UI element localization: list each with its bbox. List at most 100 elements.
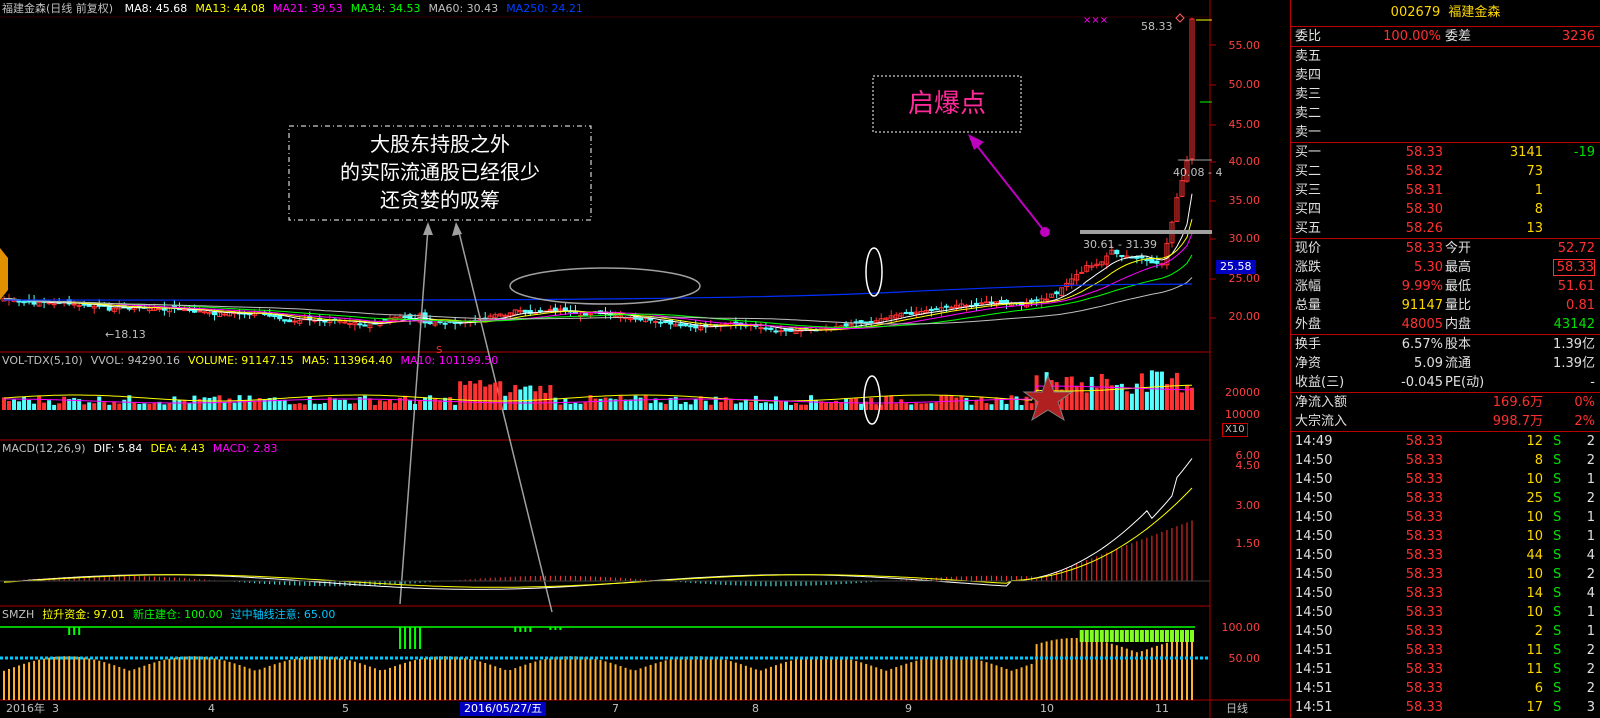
tick-row[interactable]: 14:50 58.33 10 S 1 (1291, 527, 1600, 546)
volume-bar (418, 400, 423, 410)
candle-body (16, 300, 22, 303)
stat-value: 48005 (1401, 317, 1443, 332)
tick-row[interactable]: 14:50 58.33 14 S 4 (1291, 584, 1600, 603)
tick-row[interactable]: 14:50 58.33 44 S 4 (1291, 546, 1600, 565)
tick-row[interactable]: 14:50 58.33 10 S 1 (1291, 603, 1600, 622)
candle-body (587, 313, 593, 316)
volume-bar (984, 403, 989, 410)
annotation-burst-point: 启爆点 (907, 89, 986, 119)
sell-level-label: 卖五 (1295, 49, 1322, 64)
date-axis-label: 9 (905, 702, 912, 715)
tick-count: 2 (1586, 491, 1595, 506)
tick-count: 2 (1586, 681, 1595, 696)
tick-row[interactable]: 14:51 58.33 11 S 2 (1291, 641, 1600, 660)
macd-header: MACD(12,26,9) DIF: 5.84 DEA: 4.43 MACD: 2.8… (2, 442, 286, 456)
tick-time: 14:51 (1295, 700, 1333, 715)
volume-bar (142, 403, 147, 410)
side-handle (0, 248, 8, 300)
note-line-2: 的实际流通股已经很少 (340, 160, 540, 184)
candle-body (988, 301, 994, 304)
volume-bar (1184, 385, 1189, 410)
tick-count: 1 (1586, 510, 1595, 525)
volume-bar (372, 404, 377, 410)
tick-count: 1 (1586, 605, 1595, 620)
volume-bar (1104, 378, 1109, 410)
volume-bar (578, 403, 583, 410)
volume-bar (708, 404, 713, 410)
tick-price: 58.33 (1405, 643, 1443, 658)
tick-row[interactable]: 14:50 58.33 2 S 1 (1291, 622, 1600, 641)
macd-axis-label: 1.50 (1235, 537, 1261, 550)
tick-row[interactable]: 14:51 58.33 11 S 2 (1291, 660, 1600, 679)
tick-row[interactable]: 14:51 58.33 17 S 3 (1291, 698, 1600, 717)
volume-bar (377, 400, 382, 410)
candle-body (21, 301, 27, 304)
smzh-fund-bar (1099, 630, 1104, 642)
tick-count: 3 (1586, 700, 1595, 715)
candlesticks (1, 17, 1195, 338)
volume-bar (583, 402, 588, 410)
price-axis-label: 45.00 (1228, 118, 1261, 131)
candle-body (948, 306, 954, 309)
volume-bar (513, 384, 518, 410)
tick-list[interactable]: 14:49 58.33 12 S 2 14:50 58.33 8 S 2 14:50 58.33 10 S… (1291, 432, 1600, 717)
tick-volume: 10 (1526, 472, 1543, 487)
tick-row[interactable]: 14:50 58.33 25 S 2 (1291, 489, 1600, 508)
candle-body (442, 322, 448, 325)
tick-price: 58.33 (1405, 453, 1443, 468)
volume-bar (132, 402, 137, 410)
tick-row[interactable]: 14:50 58.33 10 S 2 (1291, 565, 1600, 584)
volume-axis-label: 20000 (1225, 386, 1260, 399)
candle-body (768, 327, 774, 330)
volume-bar (202, 397, 207, 410)
candle-body (1054, 291, 1060, 295)
tick-row[interactable]: 14:50 58.33 10 S 1 (1291, 508, 1600, 527)
volume-bar (27, 399, 32, 410)
volume-bar (1004, 403, 1009, 410)
tick-volume: 2 (1534, 624, 1543, 639)
tick-side: S (1553, 472, 1562, 487)
candle-body (868, 321, 874, 324)
volume-bar (413, 403, 418, 410)
volume-bar (518, 389, 523, 410)
volume-bar (122, 399, 127, 410)
fund-flow-value: 169.6万 (1492, 395, 1543, 410)
volume-bar (643, 395, 648, 410)
volume-bar (408, 400, 413, 410)
candle-body (202, 311, 208, 314)
smzh-header: SMZH 拉升资金: 97.01 新庄建仓: 100.00 过中轴线注意: 65.00 (2, 608, 343, 622)
volume-bar (493, 382, 498, 410)
tick-row[interactable]: 14:51 58.33 6 S 2 (1291, 679, 1600, 698)
candle-body (212, 311, 218, 316)
sell-level-label: 卖二 (1295, 106, 1322, 121)
candle-body (963, 304, 969, 307)
volume-bar (438, 400, 443, 410)
smzh-fund-bar (1079, 630, 1084, 642)
candle-body (322, 320, 328, 323)
sell-level-label: 卖四 (1295, 68, 1322, 83)
buy-level-label: 买一 (1295, 145, 1322, 160)
ma-legend-item: MA34: 34.53 (350, 2, 421, 15)
candle-body (522, 309, 528, 313)
candle-body (76, 304, 82, 307)
volume-bar (1014, 396, 1019, 410)
candle-body (1144, 259, 1150, 262)
s-marker: S (436, 345, 443, 356)
tick-row[interactable]: 14:49 58.33 12 S 2 (1291, 432, 1600, 451)
volume-bar (628, 399, 633, 410)
candle-body (282, 319, 288, 322)
kline-chart-area[interactable]: 福建金森(日线 前复权) MA8: 45.68 MA13: 44.08 MA21: … (0, 0, 1290, 718)
volume-bar (648, 403, 653, 410)
fund-flow-row: 大宗流入 998.7万 2% (1291, 412, 1600, 431)
candle-body (362, 324, 368, 327)
tick-row[interactable]: 14:50 58.33 8 S 2 (1291, 451, 1600, 470)
smzh-axis-label: 50.00 (1228, 652, 1261, 665)
volume-bar (267, 398, 272, 410)
tick-price: 58.33 (1405, 510, 1443, 525)
tick-row[interactable]: 14:50 58.33 10 S 1 (1291, 470, 1600, 489)
candle-body (126, 307, 132, 310)
tick-volume: 10 (1526, 529, 1543, 544)
tick-time: 14:50 (1295, 510, 1333, 525)
tick-time: 14:50 (1295, 453, 1333, 468)
smzh-fund-bar (1104, 630, 1109, 642)
